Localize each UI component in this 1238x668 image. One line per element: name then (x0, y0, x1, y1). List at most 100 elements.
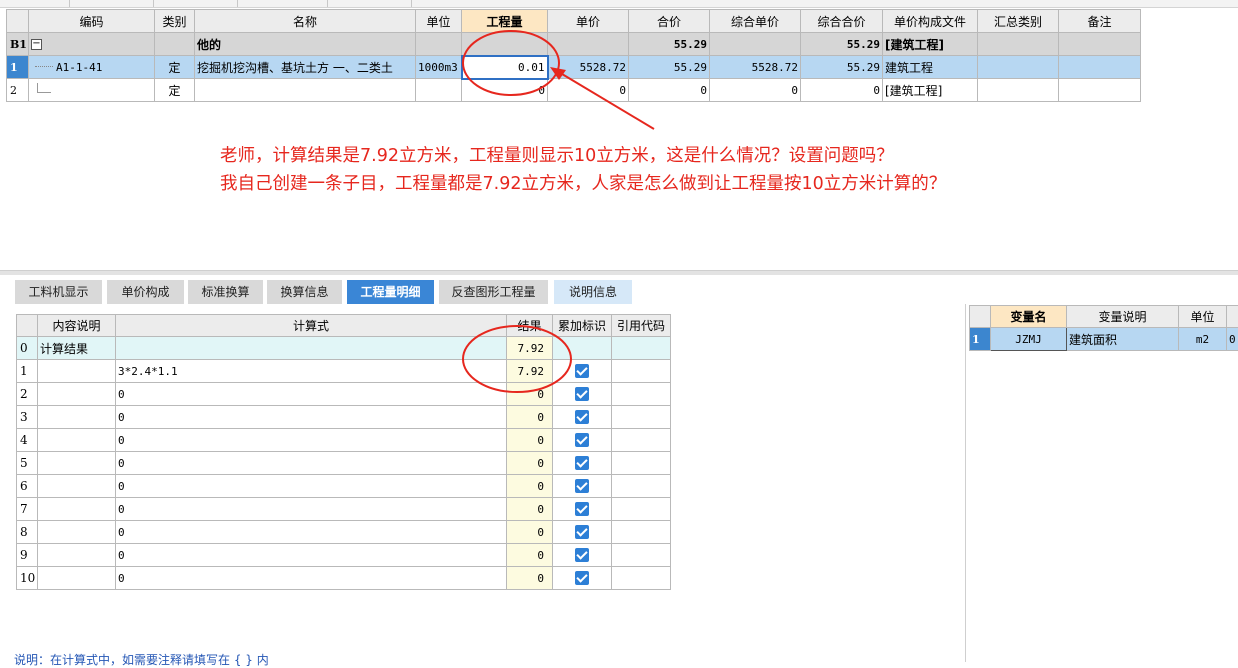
tab-standard-conversion[interactable]: 标准换算 (188, 280, 263, 304)
table-row[interactable]: 1 JZMJ 建筑面积 m2 0 (970, 328, 1238, 351)
accumulate-cell[interactable] (553, 498, 612, 521)
col-header-desc[interactable]: 内容说明 (38, 315, 116, 337)
formula-cell[interactable]: 0 (116, 383, 507, 406)
var-value-cell[interactable]: 0 (1227, 328, 1238, 351)
table-row[interactable]: 10 0 0 (17, 567, 671, 590)
desc-cell[interactable] (38, 475, 116, 498)
tab-reverse-lookup-quantity[interactable]: 反查图形工程量 (439, 280, 548, 304)
accumulate-checkbox[interactable] (575, 548, 589, 562)
table-row[interactable]: 4 0 0 (17, 429, 671, 452)
table-row[interactable]: 2 定 0 0 0 0 0 [建筑工程] (7, 79, 1141, 102)
top-tab-stub[interactable] (328, 0, 412, 7)
ref-code-cell[interactable] (612, 360, 671, 383)
col-header-comp-total[interactable]: 综合合价 (801, 10, 883, 33)
name-cell[interactable] (195, 79, 416, 102)
accumulate-cell[interactable] (553, 544, 612, 567)
accumulate-cell[interactable] (553, 429, 612, 452)
collapse-toggle-icon[interactable]: − (31, 39, 42, 50)
summary-type-cell[interactable] (978, 79, 1059, 102)
formula-cell[interactable]: 0 (116, 406, 507, 429)
code-cell[interactable] (29, 79, 155, 102)
ref-code-cell[interactable] (612, 475, 671, 498)
formula-cell[interactable]: 3*2.4*1.1 (116, 360, 507, 383)
formula-cell[interactable]: 0 (116, 475, 507, 498)
table-row[interactable]: 2 0 0 (17, 383, 671, 406)
ref-code-cell[interactable] (612, 452, 671, 475)
accumulate-cell[interactable] (553, 452, 612, 475)
accumulate-checkbox[interactable] (575, 479, 589, 493)
accumulate-cell[interactable] (553, 521, 612, 544)
accumulate-checkbox[interactable] (575, 410, 589, 424)
desc-cell[interactable] (38, 429, 116, 452)
price-file-cell[interactable]: [建筑工程] (883, 79, 978, 102)
table-row[interactable]: 7 0 0 (17, 498, 671, 521)
formula-cell[interactable]: 0 (116, 452, 507, 475)
col-header-accumulate[interactable]: 累加标识 (553, 315, 612, 337)
top-tab-stub[interactable] (238, 0, 328, 7)
remark-cell[interactable] (1059, 79, 1141, 102)
type-cell[interactable]: 定 (155, 56, 195, 79)
col-header-var-name[interactable]: 变量名 (991, 306, 1067, 328)
quantity-cell[interactable]: 0.01 (462, 56, 548, 79)
desc-cell[interactable] (38, 406, 116, 429)
col-header-formula[interactable]: 计算式 (116, 315, 507, 337)
desc-cell[interactable] (38, 383, 116, 406)
desc-cell[interactable] (38, 567, 116, 590)
accumulate-checkbox[interactable] (575, 571, 589, 585)
ref-code-cell[interactable] (612, 406, 671, 429)
col-header-var-unit[interactable]: 单位 (1179, 306, 1227, 328)
desc-cell[interactable] (38, 544, 116, 567)
formula-cell[interactable] (116, 337, 507, 360)
unit-cell[interactable] (416, 79, 462, 102)
table-row[interactable]: 8 0 0 (17, 521, 671, 544)
unit-price-cell[interactable]: 0 (548, 79, 629, 102)
tab-unit-price-composition[interactable]: 单价构成 (107, 280, 184, 304)
tab-conversion-info[interactable]: 换算信息 (267, 280, 342, 304)
col-header-unit[interactable]: 单位 (416, 10, 462, 33)
accumulate-checkbox[interactable] (575, 502, 589, 516)
var-desc-cell[interactable]: 建筑面积 (1067, 328, 1179, 351)
ref-code-cell[interactable] (612, 498, 671, 521)
tab-description-info[interactable]: 说明信息 (554, 280, 632, 304)
name-cell[interactable]: 挖掘机挖沟槽、基坑土方 一、二类土 (195, 56, 416, 79)
col-header-comp-unit-price[interactable]: 综合单价 (710, 10, 801, 33)
unit-price-cell[interactable]: 5528.72 (548, 56, 629, 79)
quantity-cell[interactable]: 0 (462, 79, 548, 102)
collapse-cell[interactable]: − (29, 33, 155, 56)
calc-result-row[interactable]: 0 计算结果 7.92 (17, 337, 671, 360)
summary-type-cell[interactable] (978, 56, 1059, 79)
top-tab-stub[interactable] (70, 0, 154, 7)
col-header-remark[interactable]: 备注 (1059, 10, 1141, 33)
formula-cell[interactable]: 0 (116, 429, 507, 452)
desc-cell[interactable]: 计算结果 (38, 337, 116, 360)
table-row[interactable]: 6 0 0 (17, 475, 671, 498)
col-header-type[interactable]: 类别 (155, 10, 195, 33)
accumulate-checkbox[interactable] (575, 525, 589, 539)
unit-cell[interactable]: 1000m3 (416, 56, 462, 79)
col-header-unit-price[interactable]: 单价 (548, 10, 629, 33)
accumulate-checkbox[interactable] (575, 387, 589, 401)
accumulate-checkbox[interactable] (575, 433, 589, 447)
var-unit-cell[interactable]: m2 (1179, 328, 1227, 351)
ref-code-cell[interactable] (612, 544, 671, 567)
top-tab-stub[interactable] (154, 0, 238, 7)
formula-cell[interactable]: 0 (116, 521, 507, 544)
var-name-cell[interactable]: JZMJ (991, 328, 1067, 351)
ref-code-cell[interactable] (612, 337, 671, 360)
formula-cell[interactable]: 0 (116, 498, 507, 521)
accumulate-cell[interactable] (553, 567, 612, 590)
accumulate-checkbox[interactable] (575, 456, 589, 470)
accumulate-cell[interactable] (553, 406, 612, 429)
col-header-summary-type[interactable]: 汇总类别 (978, 10, 1059, 33)
table-row[interactable]: 3 0 0 (17, 406, 671, 429)
accumulate-cell[interactable] (553, 383, 612, 406)
accumulate-checkbox[interactable] (575, 364, 589, 378)
table-row[interactable]: 1 3*2.4*1.1 7.92 (17, 360, 671, 383)
col-header-total[interactable]: 合价 (629, 10, 710, 33)
remark-cell[interactable] (1059, 56, 1141, 79)
tab-quantity-details[interactable]: 工程量明细 (347, 280, 434, 304)
table-row[interactable]: 1 A1-1-41 定 挖掘机挖沟槽、基坑土方 一、二类土 1000m3 0.0… (7, 56, 1141, 79)
formula-cell[interactable]: 0 (116, 544, 507, 567)
code-cell[interactable]: A1-1-41 (29, 56, 155, 79)
tab-labor-material[interactable]: 工料机显示 (15, 280, 102, 304)
